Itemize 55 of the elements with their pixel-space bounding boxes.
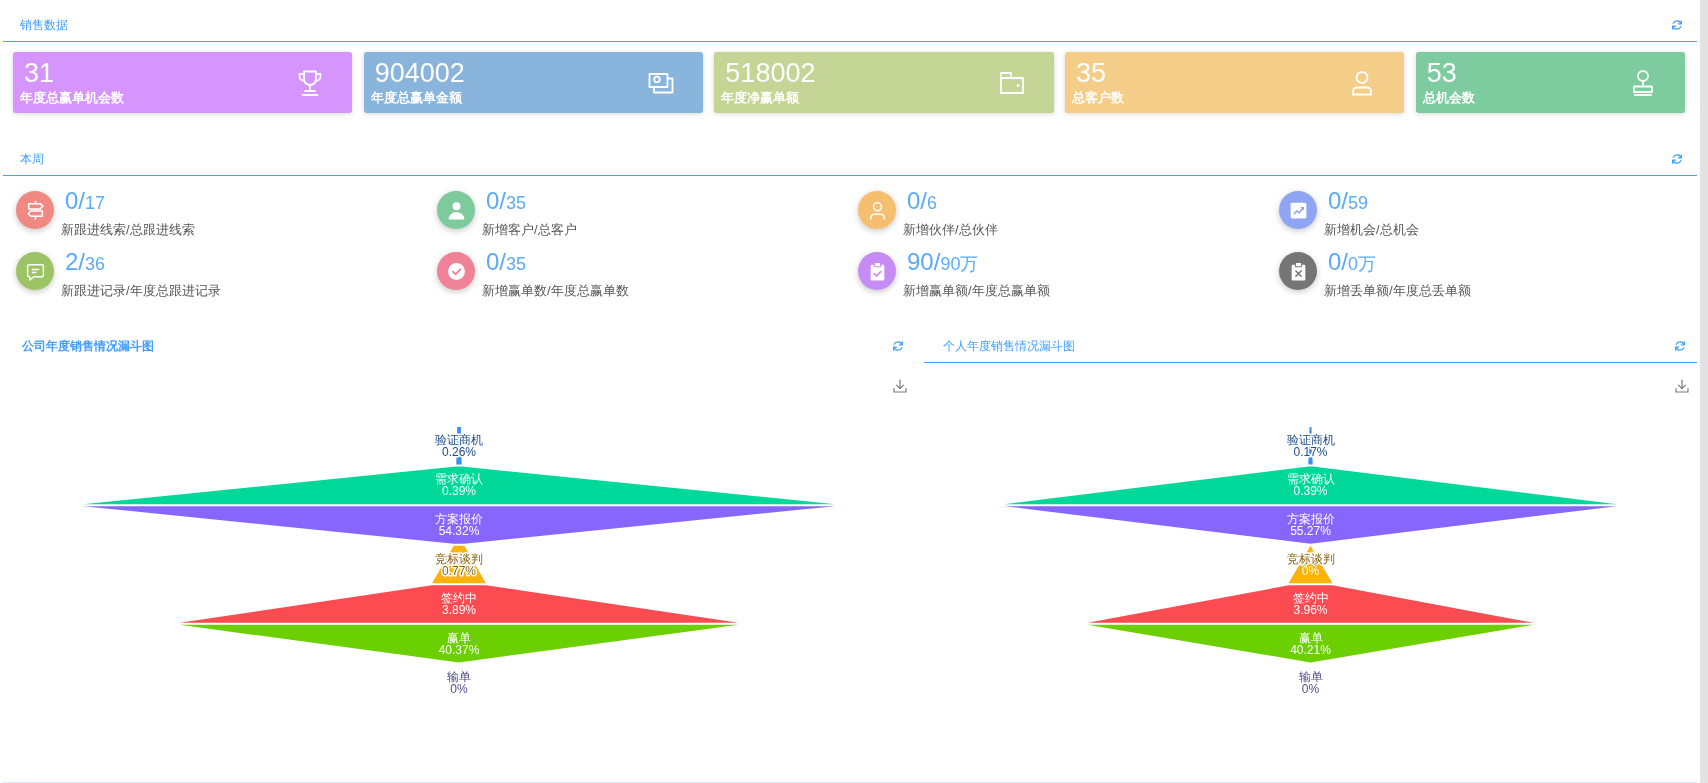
stage-percent: 0.39% xyxy=(442,484,476,499)
stat-label: 年度总赢单金额 xyxy=(370,90,463,106)
stage-name: 输单 xyxy=(1298,670,1323,685)
stage-name: 签约中 xyxy=(441,591,477,606)
stat-value: 53 xyxy=(1425,59,1458,88)
chart-title: 公司年度销售情况漏斗图 xyxy=(22,338,154,354)
stat-label: 总客户数 xyxy=(1072,90,1124,106)
stage-name: 赢单 xyxy=(447,630,471,645)
section-title: 销售数据 xyxy=(20,17,68,33)
stage-name: 签约中 xyxy=(1292,591,1329,606)
stage-name: 需求确认 xyxy=(1286,472,1335,487)
stat-label: 年度总赢单机会数 xyxy=(20,90,124,106)
stage-name: 需求确认 xyxy=(435,472,483,487)
stage-percent: 0% xyxy=(1301,682,1320,697)
stat-value: 518002 xyxy=(724,59,816,88)
week-count: 0/35 xyxy=(485,248,528,277)
stat-value: 35 xyxy=(1075,59,1108,88)
stage-name: 方案报价 xyxy=(435,511,483,526)
stage-name: 竞标谈判 xyxy=(435,551,483,566)
week-label: 新增赢单额/年度总赢单额 xyxy=(903,282,1050,299)
week-count: 0/17 xyxy=(64,187,107,216)
refresh-icon[interactable] xyxy=(1671,153,1683,165)
wallet-icon xyxy=(997,69,1026,97)
week-label: 新增伙伴/总伙伴 xyxy=(903,221,998,238)
chart-title: 个人年度销售情况漏斗图 xyxy=(943,338,1075,354)
week-label: 新跟进线索/总跟进线索 xyxy=(61,221,195,238)
refresh-icon[interactable] xyxy=(1671,19,1683,31)
week-count: 2/36 xyxy=(64,248,107,277)
stat-label: 总机会数 xyxy=(1422,90,1475,106)
stage-name: 方案报价 xyxy=(1286,511,1335,526)
refresh-icon[interactable] xyxy=(892,340,904,352)
scrollbar[interactable] xyxy=(1700,0,1708,783)
stage-percent: 3.96% xyxy=(1293,603,1328,618)
stage-percent: 0.39% xyxy=(1293,484,1328,499)
week-label: 新增赢单数/年度总赢单数 xyxy=(482,282,629,299)
stat-label: 年度净赢单额 xyxy=(721,90,801,106)
stage-name: 赢单 xyxy=(1298,630,1323,645)
week-label: 新增客户/总客户 xyxy=(482,221,577,238)
week-count: 0/6 xyxy=(906,187,939,216)
stat-value: 31 xyxy=(23,59,56,88)
download-icon[interactable] xyxy=(1675,379,1689,393)
download-icon[interactable] xyxy=(893,379,907,393)
week-label: 新增丢单额/年度总丢单额 xyxy=(1324,282,1471,299)
section-title: 本周 xyxy=(20,151,44,167)
refresh-icon[interactable] xyxy=(1674,340,1686,352)
stage-name: 输单 xyxy=(447,670,471,685)
week-label: 新跟进记录/年度总跟进记录 xyxy=(61,282,221,299)
week-count: 90/90万 xyxy=(906,248,980,277)
week-count: 0/59 xyxy=(1327,187,1370,216)
week-label: 新增机会/总机会 xyxy=(1324,221,1419,238)
stage-percent: 0% xyxy=(450,682,468,697)
week-count: 0/0万 xyxy=(1327,248,1378,277)
week-count: 0/35 xyxy=(485,187,528,216)
stage-percent: 3.89% xyxy=(442,603,476,618)
stat-value: 904002 xyxy=(373,59,465,88)
